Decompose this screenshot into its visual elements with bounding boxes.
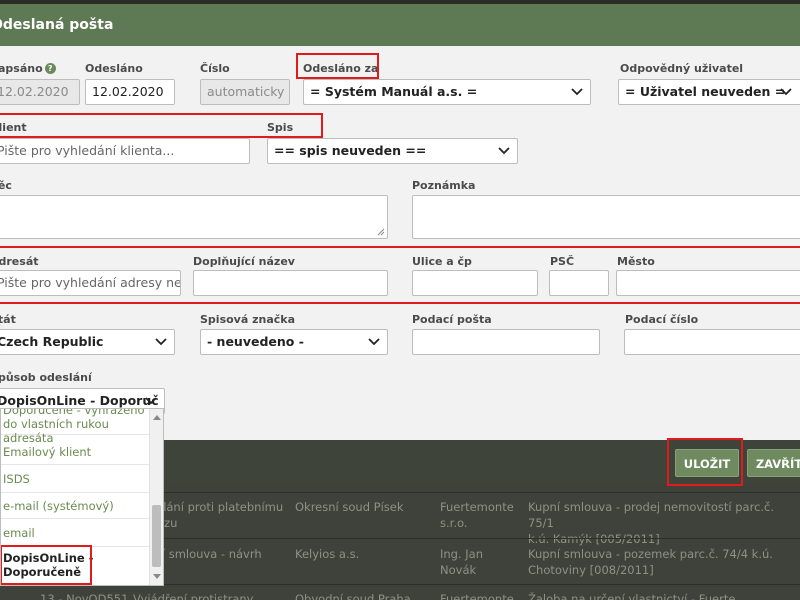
klient-label: Klient bbox=[0, 121, 27, 134]
doplnujici-input[interactable] bbox=[193, 270, 388, 296]
zapsano-date-field: 12.02.2020 bbox=[0, 79, 80, 105]
scroll-down-icon[interactable] bbox=[153, 574, 161, 579]
dialog-header: Odeslaná pošta bbox=[0, 4, 800, 46]
ulice-input[interactable] bbox=[412, 270, 538, 296]
table-cell: Kelyios a.s. bbox=[295, 547, 360, 561]
vec-label: Věc bbox=[0, 179, 12, 192]
podaci-cislo-label: Podací číslo bbox=[625, 313, 699, 326]
table-cell: Okresní soud Písek bbox=[295, 500, 404, 514]
dropdown-option[interactable]: e-mail (systémový) bbox=[1, 493, 149, 519]
table-row: 13 - NovOD551 Vyjádření protistrany Obvo… bbox=[0, 584, 800, 600]
adresat-label: Adresát bbox=[0, 255, 39, 268]
spisova-label: Spisová značka bbox=[200, 313, 296, 326]
close-button[interactable]: ZAVŘÍT bbox=[747, 449, 800, 477]
dropdown-option[interactable]: Doporučeně - vyhrazeno do vlastních ruko… bbox=[1, 409, 149, 445]
odeslano-date-field[interactable]: 12.02.2020 bbox=[85, 79, 175, 105]
chevron-down-icon bbox=[491, 139, 517, 163]
poznamka-textarea[interactable] bbox=[412, 195, 800, 239]
odeslano-label: Odesláno bbox=[85, 62, 143, 75]
spisova-select[interactable]: - neuvedeno - bbox=[200, 329, 388, 355]
table-cell: Fuertemonte s.r.o. bbox=[440, 500, 514, 530]
table-cell: 13 - NovOD551 bbox=[40, 592, 129, 600]
scroll-up-icon[interactable] bbox=[153, 415, 161, 420]
zpusob-label: Způsob odeslání bbox=[0, 371, 92, 384]
mesto-input[interactable] bbox=[616, 270, 800, 296]
odeslano-za-select[interactable]: = Systém Manuál a.s. = bbox=[303, 79, 591, 105]
resize-handle-icon[interactable] bbox=[377, 228, 385, 236]
odeslano-za-label: Odesláno za bbox=[303, 62, 379, 75]
dropdown-option[interactable]: Emailový klient bbox=[1, 439, 149, 465]
table-cell: Kupní smlouva - pozemek parc.č. 74/4 k.ú… bbox=[528, 547, 773, 577]
uzivatel-select[interactable]: = Uživatel neuveden = bbox=[618, 79, 800, 105]
podaci-posta-input[interactable] bbox=[412, 329, 600, 355]
psc-label: PSČ bbox=[550, 255, 575, 268]
spis-label: Spis bbox=[267, 121, 294, 134]
dropdown-option-selected[interactable]: DopisOnLine - Doporučeně bbox=[1, 547, 149, 585]
cislo-label: Číslo bbox=[200, 62, 230, 75]
spis-select[interactable]: == spis neuveden == bbox=[267, 138, 518, 164]
dropdown-scrollbar[interactable] bbox=[149, 409, 163, 585]
zapsano-label: Zapsáno? bbox=[0, 62, 56, 75]
table-cell: Fuertemonte bbox=[440, 592, 514, 600]
klient-search-input[interactable]: Pište pro vyhledání klienta... bbox=[0, 138, 250, 164]
table-cell: Žaloba na určení vlastnictví - Fuerte [0… bbox=[528, 592, 736, 600]
dropdown-option[interactable]: email bbox=[1, 519, 149, 547]
dialog-title: Odeslaná pošta bbox=[0, 17, 114, 33]
info-icon[interactable]: ? bbox=[44, 63, 56, 74]
ulice-label: Ulice a čp bbox=[412, 255, 472, 268]
table-cell: Ing. Jan Novák bbox=[440, 547, 484, 577]
table-cell: Obvodní soud Praha bbox=[295, 592, 411, 600]
doplnujici-label: Doplňující název bbox=[193, 255, 295, 268]
podaci-cislo-input[interactable] bbox=[624, 329, 800, 355]
scrollbar-thumb[interactable] bbox=[152, 505, 161, 567]
poznamka-label: Poznámka bbox=[412, 179, 476, 192]
chevron-down-icon bbox=[148, 330, 174, 354]
psc-input[interactable] bbox=[549, 270, 609, 296]
zpusob-dropdown-list[interactable]: Doporučeně - vyhrazeno do vlastních ruko… bbox=[0, 408, 164, 586]
save-button[interactable]: ULOŽIT bbox=[675, 449, 739, 477]
stat-select[interactable]: Czech Republic bbox=[0, 329, 175, 355]
chevron-down-icon bbox=[773, 80, 799, 104]
vec-textarea[interactable] bbox=[0, 195, 388, 239]
chevron-down-icon bbox=[564, 80, 590, 104]
stat-label: Stát bbox=[0, 313, 16, 326]
cislo-field: automaticky bbox=[200, 79, 290, 105]
dropdown-option[interactable]: ISDS bbox=[1, 465, 149, 493]
chevron-down-icon bbox=[361, 330, 387, 354]
table-cell: Vyjádření protistrany bbox=[133, 592, 254, 600]
mesto-label: Město bbox=[617, 255, 655, 268]
uzivatel-label: Odpovědný uživatel bbox=[620, 62, 744, 75]
podaci-posta-label: Podací pošta bbox=[412, 313, 492, 326]
adresat-search-input[interactable]: Pište pro vyhledání adresy nebo bbox=[0, 270, 181, 296]
